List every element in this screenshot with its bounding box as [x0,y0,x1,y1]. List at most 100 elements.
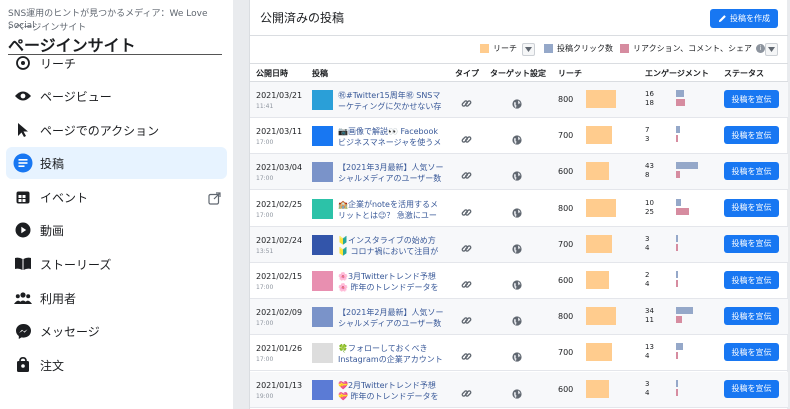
post-thumbnail[interactable] [312,307,333,328]
post-thumbnail[interactable] [312,126,333,147]
chevron-down-icon [525,47,532,52]
reach-bar [586,379,609,398]
link-icon [461,166,472,185]
sidebar-item[interactable]: イベント [6,181,227,213]
header-post: 投稿 [312,69,328,78]
post-clicks-bar [676,271,678,278]
table-row: 2021/02/24 13:51 🔰インスタライブの始め方🔰 コロナ禍において注目が… [250,226,788,263]
post-thumbnail[interactable] [312,162,333,183]
reactions-value: 4 [645,243,650,252]
legend-reactions: リアクション、コメント、シェア i [620,43,765,54]
post-clicks-bar [676,90,684,97]
post-thumbnail[interactable] [312,271,333,291]
reactions-value: 3 [645,135,650,144]
post-thumbnail[interactable] [312,90,333,110]
post-text-link[interactable]: 🌸3月Twitterトレンド予想🌸 昨年のトレンドデータを集計し [338,271,444,294]
reactions-bar [676,243,678,251]
promote-post-button[interactable]: 投稿を宣伝 [724,162,779,181]
divider [250,35,788,36]
header-type[interactable]: タイプ [455,68,479,79]
table-row: 2021/02/15 17:00 🌸3月Twitterトレンド予想🌸 昨年のトレンド… [250,263,788,299]
legend-clicks: 投稿クリック数 [544,43,613,54]
play-icon [12,219,34,241]
pin-icon [12,52,34,74]
globe-icon [512,203,522,222]
create-post-button[interactable]: 投稿を作成 [710,9,778,28]
header-date[interactable]: 公開日時 [256,68,288,79]
post-time: 17:00 [256,284,274,291]
post-text-link[interactable]: 🍀フォローしておくべきInstagramの企業アカウント [338,343,444,366]
legend-label: リアクション、コメント、シェア [633,44,752,53]
reach-metric-dropdown[interactable] [522,43,535,56]
sidebar-item[interactable]: リーチ [6,47,227,79]
header-engagement[interactable]: エンゲージメント [645,68,709,79]
post-thumbnail[interactable] [312,379,333,400]
sidebar-item[interactable]: 利用者 [6,282,227,314]
post-date: 2021/02/09 [256,308,303,318]
external-link-icon[interactable] [208,190,221,209]
promote-post-button[interactable]: 投稿を宣伝 [724,126,779,145]
link-icon [461,384,472,403]
post-time: 17:00 [256,320,274,328]
post-time: 17:00 [256,175,274,183]
post-time: 17:00 [256,356,274,364]
header-target[interactable]: ターゲット設定 [490,68,546,79]
promote-post-button[interactable]: 投稿を宣伝 [724,271,779,289]
sidebar-item[interactable]: 動画 [6,214,227,246]
reactions-bar [676,135,678,143]
globe-icon [512,311,522,330]
post-text-link[interactable]: ㊗#Twitter15周年㊗ SNSマーケティングに欠かせない存在 [338,90,444,113]
eye-icon [12,85,34,107]
reactions-bar [676,207,689,215]
sidebar-item[interactable]: 注文 [6,349,227,381]
reach-value: 800 [558,203,574,213]
reach-bar [586,162,609,181]
table-row: 2021/03/11 17:00 📷画像で解説👀 Facebookビジネスマネージャ… [250,118,788,155]
post-text-link[interactable]: 【2021年2月最新】人気ソーシャルメディアのユーザー数 [338,307,444,330]
post-clicks-bar [676,343,683,351]
post-text-link[interactable]: 🔰インスタライブの始め方🔰 コロナ禍において注目が高ま [338,235,444,258]
reactions-value: 25 [645,207,654,216]
reach-value: 600 [558,384,574,394]
post-thumbnail[interactable] [312,234,333,255]
promote-post-button[interactable]: 投稿を宣伝 [724,307,779,326]
post-clicks-value: 10 [645,198,654,207]
table-header: 公開日時 投稿 タイプ ターゲット設定 リーチ エンゲージメント ステータス [250,63,788,82]
reach-value: 800 [558,95,574,104]
sidebar-item[interactable]: ページでのアクション [6,114,227,146]
sidebar-item[interactable]: メッセージ [6,315,227,347]
reach-value: 700 [558,348,574,358]
sidebar-item[interactable]: ストーリーズ [6,248,227,280]
post-text-link[interactable]: 🏫企業がnoteを活用するメリットとは😉？ 急激にユーザー [338,199,444,222]
link-icon [461,275,472,294]
reach-value: 800 [558,312,574,322]
header-reach[interactable]: リーチ [558,68,582,79]
published-posts-panel: 公開済みの投稿 投稿を作成 リーチ 投稿クリック数 リアクション、コメント、シェ… [249,0,788,409]
sidebar-item[interactable]: ページビュー [6,80,227,112]
post-date: 2021/03/21 [256,91,303,100]
sidebar-item[interactable]: 投稿 [6,147,227,179]
promote-post-button[interactable]: 投稿を宣伝 [724,379,779,398]
reach-bar [586,198,616,217]
post-text-link[interactable]: 📷画像で解説👀 Facebookビジネスマネージャを使うメリッ [338,126,444,149]
promote-post-button[interactable]: 投稿を宣伝 [724,198,779,217]
post-thumbnail[interactable] [312,343,333,364]
cursor-icon [12,119,34,141]
reactions-value: 4 [645,280,650,288]
globe-icon [512,166,522,185]
reactions-bar [676,352,678,360]
post-text-link[interactable]: 【2021年3月最新】人気ソーシャルメディアのユーザー数 [338,162,444,185]
post-text-link[interactable]: 💝2月Twitterトレンド予想💝 昨年のトレンドデータを集計し [338,380,444,403]
promote-post-button[interactable]: 投稿を宣伝 [724,90,779,108]
post-thumbnail[interactable] [312,198,333,219]
link-icon [461,203,472,222]
legend-swatch [620,44,629,53]
scroll-gutter [233,0,249,409]
promote-post-button[interactable]: 投稿を宣伝 [724,234,779,253]
engagement-metric-dropdown[interactable] [765,43,778,56]
link-icon [461,94,472,113]
sidebar-item-label: メッセージ [40,324,100,339]
sidebar-item-label: ページでのアクション [40,123,160,138]
info-icon[interactable]: i [755,44,765,53]
promote-post-button[interactable]: 投稿を宣伝 [724,343,779,362]
